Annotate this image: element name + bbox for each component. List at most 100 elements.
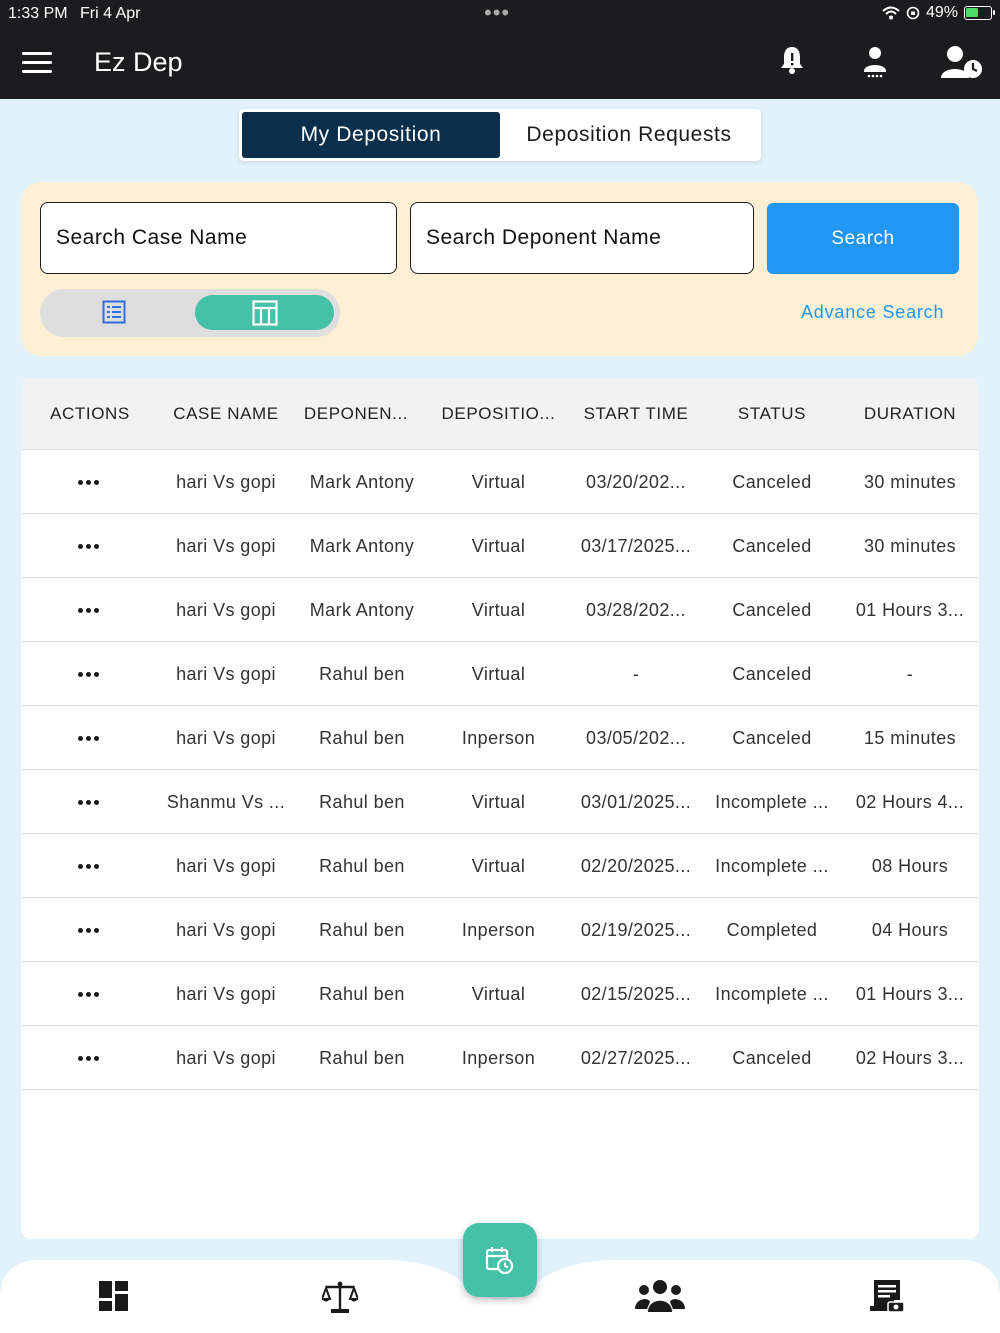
view-mode-toggle	[40, 289, 340, 337]
battery-percent: 49%	[925, 4, 958, 21]
search-button[interactable]: Search	[767, 203, 959, 274]
search-deponent-input[interactable]	[410, 202, 754, 274]
cell-case-name: hari Vs gopi	[176, 535, 276, 556]
dashboard-icon[interactable]	[98, 1280, 130, 1312]
user-icon[interactable]	[862, 44, 888, 80]
col-start-time[interactable]: START TIME	[571, 378, 701, 450]
list-view-icon[interactable]	[102, 300, 126, 324]
cell-status: Canceled	[732, 727, 812, 748]
cell-deponent: Rahul ben	[319, 1047, 405, 1068]
status-date: Fri 4 Apr	[80, 5, 141, 22]
cell-case-name: hari Vs gopi	[176, 471, 276, 492]
row-actions-icon[interactable]	[78, 480, 99, 485]
cell-duration: -	[906, 663, 914, 684]
table-row[interactable]: hari Vs gopi Rahul ben Inperson 02/19/2025.…	[21, 898, 979, 962]
user-clock-icon[interactable]	[940, 44, 984, 80]
cell-deposition-type: Virtual	[471, 855, 526, 876]
cell-deponent: Rahul ben	[319, 663, 405, 684]
cell-deposition-type: Virtual	[471, 791, 526, 812]
bell-icon[interactable]	[779, 44, 805, 78]
cell-duration: 01 Hours 3...	[855, 983, 965, 1004]
row-actions-icon[interactable]	[78, 544, 99, 549]
cell-start-time: 02/19/2025...	[580, 919, 692, 940]
row-actions-icon[interactable]	[78, 928, 99, 933]
row-actions-icon[interactable]	[78, 672, 99, 677]
app-title: Ez Dep	[94, 47, 183, 77]
cell-deposition-type: Virtual	[471, 599, 526, 620]
cell-case-name: hari Vs gopi	[176, 983, 276, 1004]
row-actions-icon[interactable]	[78, 800, 99, 805]
cell-case-name: hari Vs gopi	[176, 855, 276, 876]
app-header: 1:33 PM Fri 4 Apr ••• 49% Ez Dep	[0, 0, 1000, 99]
table-row[interactable]: hari Vs gopi Rahul ben Inperson 03/05/202..…	[21, 706, 979, 770]
scales-icon[interactable]	[322, 1280, 358, 1314]
table-row[interactable]: hari Vs gopi Mark Antony Virtual 03/28/202.…	[21, 578, 979, 642]
battery-icon	[964, 6, 995, 20]
cell-deponent: Rahul ben	[319, 983, 405, 1004]
cell-start-time: 03/28/202...	[586, 599, 686, 620]
cell-duration: 01 Hours 3...	[855, 599, 965, 620]
table-body: hari Vs gopi Mark Antony Virtual 03/20/202.…	[21, 450, 979, 1090]
cell-deponent: Mark Antony	[309, 599, 415, 620]
menu-button[interactable]	[22, 52, 52, 74]
cell-duration: 30 minutes	[863, 471, 957, 492]
table-row[interactable]: hari Vs gopi Rahul ben Virtual 02/15/2025..…	[21, 962, 979, 1026]
tab-my-deposition[interactable]: My Deposition	[242, 112, 500, 158]
cell-case-name: hari Vs gopi	[176, 599, 276, 620]
cell-start-time: 02/27/2025...	[580, 1047, 692, 1068]
cell-case-name: hari Vs gopi	[176, 1047, 276, 1068]
cell-deposition-type: Inperson	[461, 727, 536, 748]
cell-start-time: 03/20/202...	[586, 471, 686, 492]
col-deponent[interactable]: DEPONEN...	[296, 378, 416, 450]
cell-case-name: hari Vs gopi	[176, 727, 276, 748]
table-header: ACTIONS CASE NAME DEPONEN... DEPOSITIO..…	[21, 378, 979, 450]
cell-deposition-type: Virtual	[471, 663, 526, 684]
table-view-icon	[251, 299, 278, 326]
cell-start-time: 03/01/2025...	[580, 791, 692, 812]
table-row[interactable]: hari Vs gopi Rahul ben Virtual 02/20/2025..…	[21, 834, 979, 898]
row-actions-icon[interactable]	[78, 992, 99, 997]
cell-deponent: Rahul ben	[319, 791, 405, 812]
cell-start-time: -	[632, 663, 640, 684]
col-duration[interactable]: DURATION	[846, 378, 974, 450]
table-row[interactable]: hari Vs gopi Rahul ben Virtual - Canceled -	[21, 642, 979, 706]
cell-deponent: Mark Antony	[309, 535, 415, 556]
wifi-icon	[882, 6, 900, 20]
cell-duration: 02 Hours 4...	[855, 791, 965, 812]
col-status[interactable]: STATUS	[711, 378, 833, 450]
status-time: 1:33 PM	[8, 5, 68, 22]
row-actions-icon[interactable]	[78, 1056, 99, 1061]
cell-deponent: Mark Antony	[309, 471, 415, 492]
invoice-icon[interactable]	[868, 1278, 906, 1314]
orientation-lock-icon	[906, 6, 920, 20]
col-case-name[interactable]: CASE NAME	[166, 378, 286, 450]
table-row[interactable]: hari Vs gopi Mark Antony Virtual 03/20/202.…	[21, 450, 979, 514]
col-deposition-type[interactable]: DEPOSITIO...	[436, 378, 561, 450]
search-panel: Search Advance Search	[21, 182, 978, 356]
table-row[interactable]: hari Vs gopi Rahul ben Inperson 02/27/2025.…	[21, 1026, 979, 1090]
cell-duration: 30 minutes	[863, 535, 957, 556]
table-row[interactable]: Shanmu Vs ... Rahul ben Virtual 03/01/2025.…	[21, 770, 979, 834]
cell-status: Canceled	[732, 663, 812, 684]
cell-status: Canceled	[732, 1047, 812, 1068]
multitask-dots-icon[interactable]: •••	[484, 0, 510, 26]
cell-status: Incomplete ...	[715, 791, 829, 812]
cell-start-time: 02/20/2025...	[580, 855, 692, 876]
cell-deposition-type: Virtual	[471, 983, 526, 1004]
cell-case-name: hari Vs gopi	[176, 919, 276, 940]
row-actions-icon[interactable]	[78, 736, 99, 741]
table-view-button[interactable]	[195, 295, 334, 330]
tab-deposition-requests[interactable]: Deposition Requests	[500, 112, 758, 158]
cell-deposition-type: Virtual	[471, 471, 526, 492]
table-row[interactable]: hari Vs gopi Mark Antony Virtual 03/17/2025…	[21, 514, 979, 578]
cell-start-time: 02/15/2025...	[580, 983, 692, 1004]
row-actions-icon[interactable]	[78, 608, 99, 613]
cell-status: Incomplete ...	[715, 855, 829, 876]
advance-search-link[interactable]: Advance Search	[801, 302, 944, 323]
cell-duration: 02 Hours 3...	[855, 1047, 965, 1068]
search-case-input[interactable]	[40, 202, 397, 274]
row-actions-icon[interactable]	[78, 864, 99, 869]
group-icon[interactable]	[635, 1279, 685, 1313]
cell-deposition-type: Virtual	[471, 535, 526, 556]
schedule-deposition-button[interactable]	[463, 1223, 537, 1297]
